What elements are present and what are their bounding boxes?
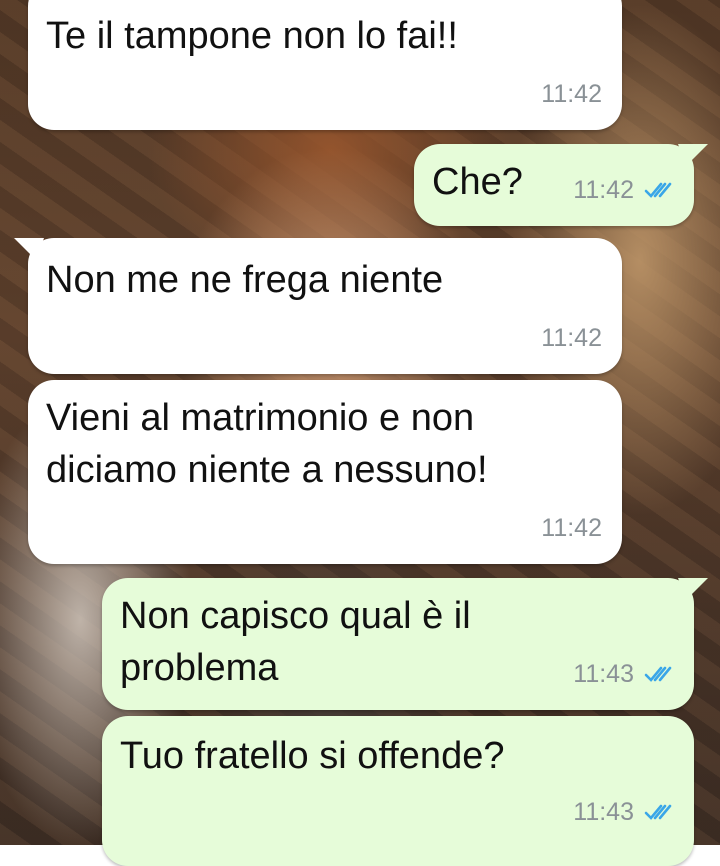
message-meta: 11:42	[573, 164, 674, 216]
message-meta: 11:42	[541, 502, 602, 554]
incoming-message-bubble[interactable]: Vieni al matrimonio e non diciamo niente…	[28, 380, 622, 564]
bubble-tail-icon	[678, 578, 708, 600]
message-time: 11:42	[541, 514, 602, 542]
message-time: 11:43	[573, 798, 634, 826]
read-double-check-icon	[644, 804, 672, 820]
message-time: 11:43	[573, 660, 634, 688]
read-double-check-icon	[644, 666, 672, 682]
message-text: Non me ne frega niente	[46, 259, 444, 301]
message-list[interactable]: Te il tampone non lo fai!! 11:42 Che? 11…	[0, 0, 720, 866]
message-text: Tuo fratello si offende?	[120, 735, 505, 777]
outgoing-message-bubble[interactable]: Che? 11:42	[414, 144, 708, 226]
message-meta: 11:42	[541, 312, 602, 364]
message-text: Vieni al matrimonio e non diciamo niente…	[46, 397, 488, 491]
message-time: 11:42	[541, 324, 602, 352]
message-time: 11:42	[541, 80, 602, 108]
incoming-message-bubble[interactable]: Non me ne frega niente 11:42	[14, 238, 622, 374]
read-double-check-icon	[644, 182, 672, 198]
bubble-tail-icon	[678, 144, 708, 166]
outgoing-message-bubble[interactable]: Non capisco qual è il problema 11:43	[102, 578, 708, 710]
bubble-tail-icon	[14, 238, 44, 260]
message-meta: 11:43	[573, 786, 674, 838]
incoming-message-bubble[interactable]: Te il tampone non lo fai!! 11:42	[28, 0, 622, 130]
message-meta: 11:43	[573, 648, 674, 700]
message-meta: 11:42	[541, 68, 602, 120]
message-text: Te il tampone non lo fai!!	[46, 15, 458, 57]
outgoing-message-bubble[interactable]: Tuo fratello si offende? 11:43	[102, 716, 694, 866]
message-time: 11:42	[573, 176, 634, 204]
